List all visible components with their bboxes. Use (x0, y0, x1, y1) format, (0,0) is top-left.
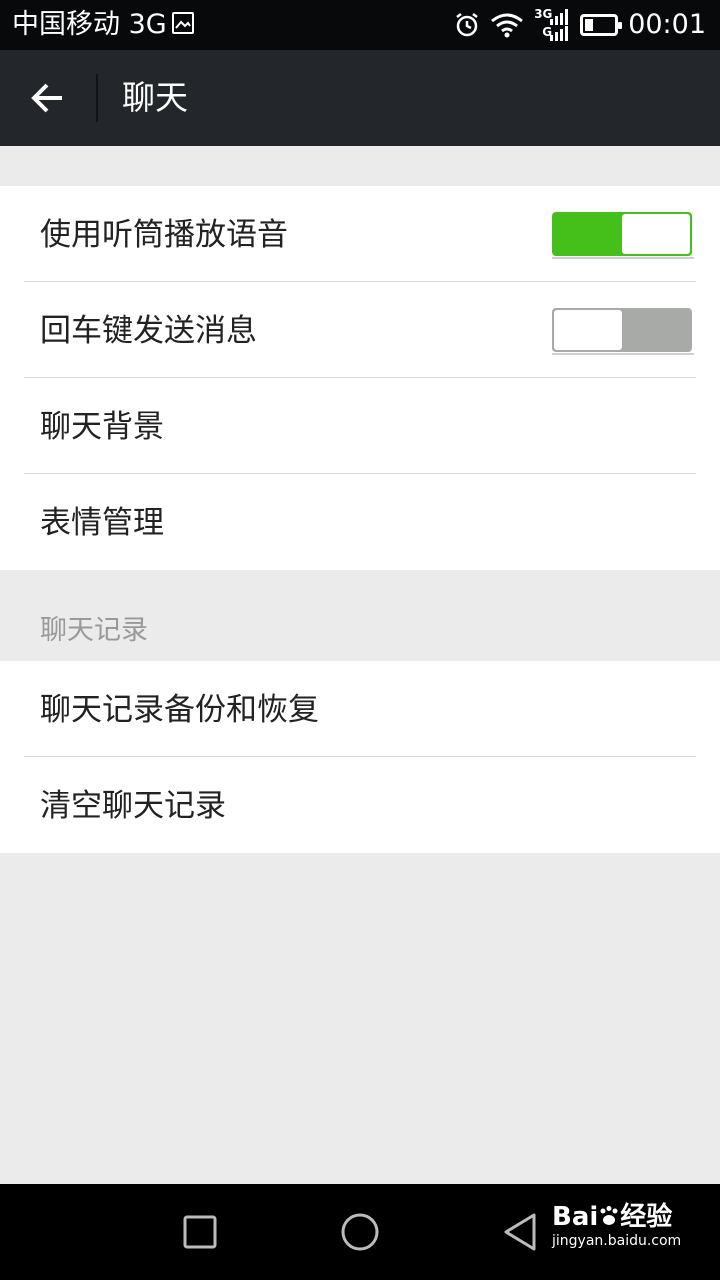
watermark-url: jingyan.baidu.com (552, 1233, 682, 1249)
status-bar: 中国移动 3G 3G G 00:01 (0, 0, 720, 50)
setting-row-earpiece[interactable]: 使用听筒播放语音 (0, 186, 720, 282)
setting-label: 使用听筒播放语音 (40, 217, 288, 253)
enter-send-switch[interactable] (552, 308, 692, 352)
clock: 00:01 (628, 9, 706, 40)
settings-group-chat: 使用听筒播放语音 回车键发送消息 聊天背景 表情管理 (0, 186, 720, 570)
watermark-brand: Bai (552, 1202, 599, 1232)
home-icon (341, 1213, 379, 1251)
back-triangle-icon (504, 1213, 536, 1251)
navigation-bar: Bai 经验 jingyan.baidu.com (0, 1184, 720, 1280)
signal-icon: 3G G (534, 5, 570, 45)
setting-label: 聊天背景 (40, 409, 164, 445)
setting-row-clear-history[interactable]: 清空聊天记录 (0, 757, 720, 853)
page-title: 聊天 (122, 78, 188, 117)
switch-underline (552, 353, 694, 355)
switch-underline (552, 257, 694, 259)
toolbar: 聊天 (0, 50, 720, 146)
setting-row-sticker-management[interactable]: 表情管理 (0, 474, 720, 570)
recent-apps-icon (183, 1215, 217, 1249)
back-nav-button[interactable] (496, 1208, 544, 1256)
wifi-icon (490, 12, 524, 38)
recent-apps-button[interactable] (176, 1208, 224, 1256)
image-icon (172, 12, 194, 34)
arrow-left-icon (31, 83, 62, 113)
home-button[interactable] (336, 1208, 384, 1256)
watermark-suffix: 经验 (620, 1202, 673, 1232)
toolbar-divider (96, 74, 98, 122)
setting-label: 清空聊天记录 (40, 788, 226, 824)
setting-label: 回车键发送消息 (40, 313, 257, 349)
setting-label: 表情管理 (40, 505, 164, 541)
settings-group-history: 聊天记录备份和恢复 清空聊天记录 (0, 661, 720, 853)
carrier-label: 中国移动 3G (12, 9, 167, 40)
alarm-icon (454, 12, 480, 38)
battery-icon (580, 14, 623, 36)
earpiece-switch[interactable] (552, 212, 692, 256)
setting-row-backup-restore[interactable]: 聊天记录备份和恢复 (0, 661, 720, 757)
paw-icon (598, 1204, 620, 1226)
setting-row-enter-send[interactable]: 回车键发送消息 (0, 282, 720, 378)
section-header-chat-history: 聊天记录 (40, 615, 148, 646)
setting-label: 聊天记录备份和恢复 (40, 692, 319, 728)
back-button[interactable] (18, 68, 78, 128)
setting-row-chat-background[interactable]: 聊天背景 (0, 378, 720, 474)
baidu-watermark: Bai 经验 jingyan.baidu.com (552, 1202, 681, 1250)
